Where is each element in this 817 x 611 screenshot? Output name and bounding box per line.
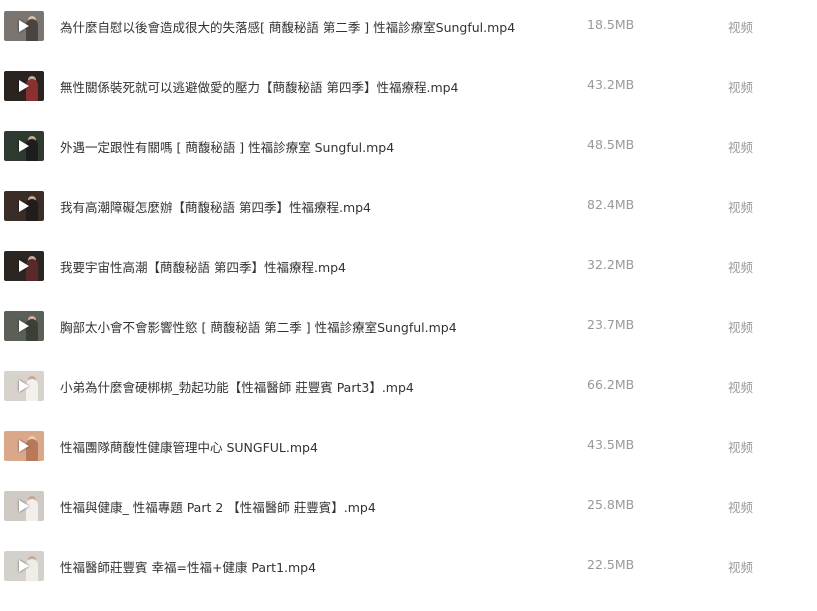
file-list: 為什麼自慰以後會造成很大的失落感[ 蔄馥秘語 第二季 ] 性福診療室Sungfu…	[0, 0, 817, 589]
file-type: 视频	[728, 380, 754, 395]
file-name[interactable]: 性福與健康_ 性福專題 Part 2 【性福醫師 莊豐賓】.mp4	[60, 497, 376, 516]
file-size: 43.2MB	[587, 77, 635, 92]
play-icon	[19, 560, 29, 572]
file-type: 视频	[728, 140, 754, 155]
file-row[interactable]: 性福醫師莊豐賓 幸福=性福+健康 Part1.mp4 22.5MB 视频	[0, 551, 817, 611]
file-name[interactable]: 我有高潮障礙怎麼辦【蔄馥秘語 第四季】性福療程.mp4	[60, 197, 371, 216]
play-icon	[19, 500, 29, 512]
video-thumbnail-icon[interactable]	[4, 371, 44, 401]
file-row[interactable]: 小弟為什麼會硬梆梆_勃起功能【性福醫師 莊豐賓 Part3】.mp4 66.2M…	[0, 371, 817, 431]
file-size: 18.5MB	[587, 17, 635, 32]
file-type: 视频	[728, 200, 754, 215]
file-type: 视频	[728, 440, 754, 455]
file-type: 视频	[728, 20, 754, 35]
file-size: 32.2MB	[587, 257, 635, 272]
file-name[interactable]: 胸部太小會不會影響性慾 [ 蔄馥秘語 第二季 ] 性福診療室Sungful.mp…	[60, 317, 457, 336]
play-icon	[19, 20, 29, 32]
video-thumbnail-icon[interactable]	[4, 251, 44, 281]
file-row[interactable]: 我要宇宙性高潮【蔄馥秘語 第四季】性福療程.mp4 32.2MB 视频	[0, 251, 817, 311]
file-type: 视频	[728, 560, 754, 575]
video-thumbnail-icon[interactable]	[4, 551, 44, 581]
play-icon	[19, 200, 29, 212]
file-name[interactable]: 為什麼自慰以後會造成很大的失落感[ 蔄馥秘語 第二季 ] 性福診療室Sungfu…	[60, 17, 515, 36]
video-thumbnail-icon[interactable]	[4, 11, 44, 41]
file-name[interactable]: 外遇一定跟性有關嗎 [ 蔄馥秘語 ] 性福診療室 Sungful.mp4	[60, 137, 394, 156]
file-size: 43.5MB	[587, 437, 635, 452]
play-icon	[19, 140, 29, 152]
file-size: 22.5MB	[587, 557, 635, 572]
video-thumbnail-icon[interactable]	[4, 131, 44, 161]
file-size: 25.8MB	[587, 497, 635, 512]
file-type: 视频	[728, 80, 754, 95]
file-type: 视频	[728, 500, 754, 515]
file-name[interactable]: 無性關係裝死就可以逃避做愛的壓力【蔄馥秘語 第四季】性福療程.mp4	[60, 77, 459, 96]
video-thumbnail-icon[interactable]	[4, 311, 44, 341]
video-thumbnail-icon[interactable]	[4, 71, 44, 101]
video-thumbnail-icon[interactable]	[4, 191, 44, 221]
file-row[interactable]: 無性關係裝死就可以逃避做愛的壓力【蔄馥秘語 第四季】性福療程.mp4 43.2M…	[0, 71, 817, 131]
file-row[interactable]: 我有高潮障礙怎麼辦【蔄馥秘語 第四季】性福療程.mp4 82.4MB 视频	[0, 191, 817, 251]
file-size: 66.2MB	[587, 377, 635, 392]
file-row[interactable]: 性福與健康_ 性福專題 Part 2 【性福醫師 莊豐賓】.mp4 25.8MB…	[0, 491, 817, 551]
file-size: 23.7MB	[587, 317, 635, 332]
video-thumbnail-icon[interactable]	[4, 491, 44, 521]
play-icon	[19, 320, 29, 332]
file-type: 视频	[728, 320, 754, 335]
file-type: 视频	[728, 260, 754, 275]
file-name[interactable]: 我要宇宙性高潮【蔄馥秘語 第四季】性福療程.mp4	[60, 257, 346, 276]
file-size: 82.4MB	[587, 197, 635, 212]
file-row[interactable]: 為什麼自慰以後會造成很大的失落感[ 蔄馥秘語 第二季 ] 性福診療室Sungfu…	[0, 11, 817, 71]
file-row[interactable]: 性福團隊蔄馥性健康管理中心 SUNGFUL.mp4 43.5MB 视频	[0, 431, 817, 491]
file-name[interactable]: 性福團隊蔄馥性健康管理中心 SUNGFUL.mp4	[60, 437, 318, 456]
file-row[interactable]: 胸部太小會不會影響性慾 [ 蔄馥秘語 第二季 ] 性福診療室Sungful.mp…	[0, 311, 817, 371]
video-thumbnail-icon[interactable]	[4, 431, 44, 461]
file-name[interactable]: 小弟為什麼會硬梆梆_勃起功能【性福醫師 莊豐賓 Part3】.mp4	[60, 377, 414, 396]
play-icon	[19, 440, 29, 452]
file-row[interactable]: 外遇一定跟性有關嗎 [ 蔄馥秘語 ] 性福診療室 Sungful.mp4 48.…	[0, 131, 817, 191]
file-size: 48.5MB	[587, 137, 635, 152]
play-icon	[19, 260, 29, 272]
play-icon	[19, 380, 29, 392]
file-name[interactable]: 性福醫師莊豐賓 幸福=性福+健康 Part1.mp4	[60, 557, 316, 576]
play-icon	[19, 80, 29, 92]
